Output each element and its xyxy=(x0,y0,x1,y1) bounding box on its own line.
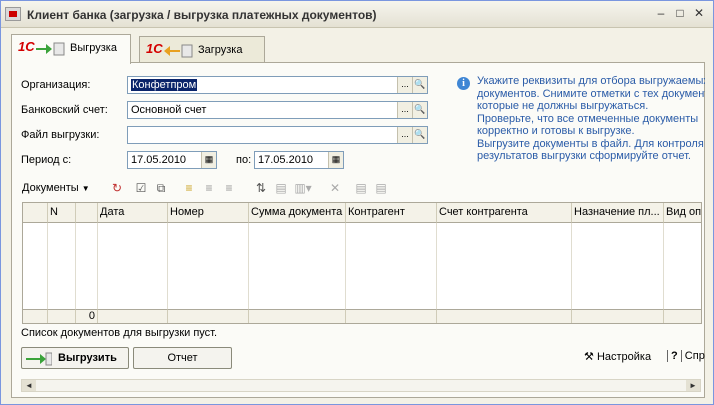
scroll-left-icon[interactable]: ◄ xyxy=(22,380,36,391)
export-button[interactable]: Выгрузить xyxy=(21,347,129,369)
grid-toolbar: Документы ▼ ↻ ☑ ⧉ ≡ ≡ ≡ ⇅ ▤ ▥▾ ✕ ▤ ▤ xyxy=(22,178,702,200)
grid-column xyxy=(249,223,346,309)
help-label: Спр xyxy=(684,350,705,362)
period-from-value: 17.05.2010 xyxy=(131,154,187,166)
footer-cell xyxy=(346,309,437,323)
export-file-select-button[interactable]: ... xyxy=(397,127,412,143)
close-button[interactable]: ✕ xyxy=(691,6,707,22)
bank-account-open-button[interactable]: 🔍 xyxy=(412,102,427,118)
column-header-mark[interactable] xyxy=(76,203,98,223)
tab-import[interactable]: 1С Загрузка xyxy=(139,36,265,64)
scroll-right-icon[interactable]: ► xyxy=(686,380,700,391)
copy-icon[interactable]: ⧉ xyxy=(152,180,170,198)
tab-content: Организация: Конфетпром ... 🔍 Банковский… xyxy=(11,62,705,398)
app-icon xyxy=(5,7,21,21)
footer-cell xyxy=(23,309,48,323)
horizontal-scrollbar[interactable]: ◄ ► xyxy=(21,379,701,392)
bank-account-field[interactable]: Основной счет ... 🔍 xyxy=(127,101,428,119)
delete-row-icon[interactable]: ≡ xyxy=(220,180,238,198)
export-file-field[interactable]: ... 🔍 xyxy=(127,126,428,144)
clear-filter-icon[interactable]: ✕ xyxy=(326,180,344,198)
footer-cell xyxy=(48,309,76,323)
column-header-check[interactable] xyxy=(23,203,48,223)
grid-column xyxy=(168,223,249,309)
column-header-operation-type[interactable]: Вид опе xyxy=(664,203,701,223)
grid-column xyxy=(572,223,664,309)
export-button-label: Выгрузить xyxy=(58,352,117,364)
import-tab-icon: 1С xyxy=(146,41,194,59)
column-header-number[interactable]: N xyxy=(48,203,76,223)
footer-count: 0 xyxy=(76,309,98,323)
documents-menu[interactable]: Документы ▼ xyxy=(22,182,90,194)
export-file-label: Файл выгрузки: xyxy=(21,129,100,141)
period-from-label: Период с: xyxy=(21,154,72,166)
bank-account-label: Банковский счет: xyxy=(21,104,108,116)
footer-cell xyxy=(98,309,168,323)
column-header-counterparty-account[interactable]: Счет контрагента xyxy=(437,203,572,223)
grid-column xyxy=(76,223,98,309)
maximize-button[interactable]: □ xyxy=(672,6,688,22)
export-file-open-button[interactable]: 🔍 xyxy=(412,127,427,143)
documents-menu-label: Документы xyxy=(22,182,79,194)
documents-table[interactable]: N Дата Номер Сумма документа Контрагент … xyxy=(22,202,702,324)
refresh-icon[interactable]: ↻ xyxy=(108,180,126,198)
column-header-date[interactable]: Дата xyxy=(98,203,168,223)
group-icon[interactable]: ▤ xyxy=(272,180,290,198)
footer-cell xyxy=(664,309,701,323)
edit-row-icon[interactable]: ≡ xyxy=(200,180,218,198)
bank-account-select-button[interactable]: ... xyxy=(397,102,412,118)
column-header-amount[interactable]: Сумма документа xyxy=(249,203,346,223)
organization-open-button[interactable]: 🔍 xyxy=(412,77,427,93)
organization-value: Конфетпром xyxy=(131,79,198,91)
period-to-value: 17.05.2010 xyxy=(258,154,314,166)
period-to-calendar-button[interactable]: ▦ xyxy=(328,152,343,168)
period-from-field[interactable]: 17.05.2010 ▦ xyxy=(127,151,217,169)
window-title: Клиент банка (загрузка / выгрузка платеж… xyxy=(27,8,377,22)
organization-field[interactable]: Конфетпром ... 🔍 xyxy=(127,76,428,94)
export-arrow-icon xyxy=(26,352,52,366)
grid-column xyxy=(98,223,168,309)
tools-icon: ⚒ xyxy=(584,351,594,363)
organization-label: Организация: xyxy=(21,79,91,91)
report-button[interactable]: Отчет xyxy=(133,347,232,369)
check-all-icon[interactable]: ☑ xyxy=(132,180,150,198)
info-text: Укажите реквизиты для отбора выгружаемых… xyxy=(477,75,705,162)
grid-column xyxy=(23,223,48,309)
tab-export[interactable]: 1С Выгрузка xyxy=(11,34,131,64)
grid-column xyxy=(437,223,572,309)
tab-import-label: Загрузка xyxy=(198,44,243,56)
settings-button[interactable]: ⚒ Настройка xyxy=(584,350,651,363)
main-window: Клиент банка (загрузка / выгрузка платеж… xyxy=(0,0,714,405)
move-up-icon[interactable]: ▤ xyxy=(352,180,370,198)
filter-menu-icon[interactable]: ▥▾ xyxy=(294,180,312,198)
chevron-down-icon: ▼ xyxy=(81,184,90,193)
help-button[interactable]: ? Спр xyxy=(667,350,705,362)
column-header-purpose[interactable]: Назначение пл... xyxy=(572,203,664,223)
bank-account-value: Основной счет xyxy=(131,104,207,116)
grid-column xyxy=(48,223,76,309)
move-down-icon[interactable]: ▤ xyxy=(372,180,390,198)
tab-export-label: Выгрузка xyxy=(70,42,117,54)
title-bar[interactable]: Клиент банка (загрузка / выгрузка платеж… xyxy=(1,1,713,28)
status-text: Список документов для выгрузки пуст. xyxy=(21,327,218,339)
add-row-icon[interactable]: ≡ xyxy=(180,180,198,198)
period-from-calendar-button[interactable]: ▦ xyxy=(201,152,216,168)
sort-icon[interactable]: ⇅ xyxy=(252,180,270,198)
minimize-button[interactable]: – xyxy=(653,6,669,22)
period-to-label: по: xyxy=(236,154,252,166)
export-tab-icon: 1С xyxy=(18,39,66,57)
footer-cell xyxy=(437,309,572,323)
column-header-doc-number[interactable]: Номер xyxy=(168,203,249,223)
grid-column xyxy=(346,223,437,309)
footer-cell xyxy=(168,309,249,323)
footer-cell xyxy=(572,309,664,323)
footer-cell xyxy=(249,309,346,323)
period-to-field[interactable]: 17.05.2010 ▦ xyxy=(254,151,344,169)
organization-select-button[interactable]: ... xyxy=(397,77,412,93)
column-header-counterparty[interactable]: Контрагент xyxy=(346,203,437,223)
settings-label: Настройка xyxy=(596,351,652,363)
info-icon: i xyxy=(457,77,470,90)
help-icon: ? xyxy=(667,350,682,362)
